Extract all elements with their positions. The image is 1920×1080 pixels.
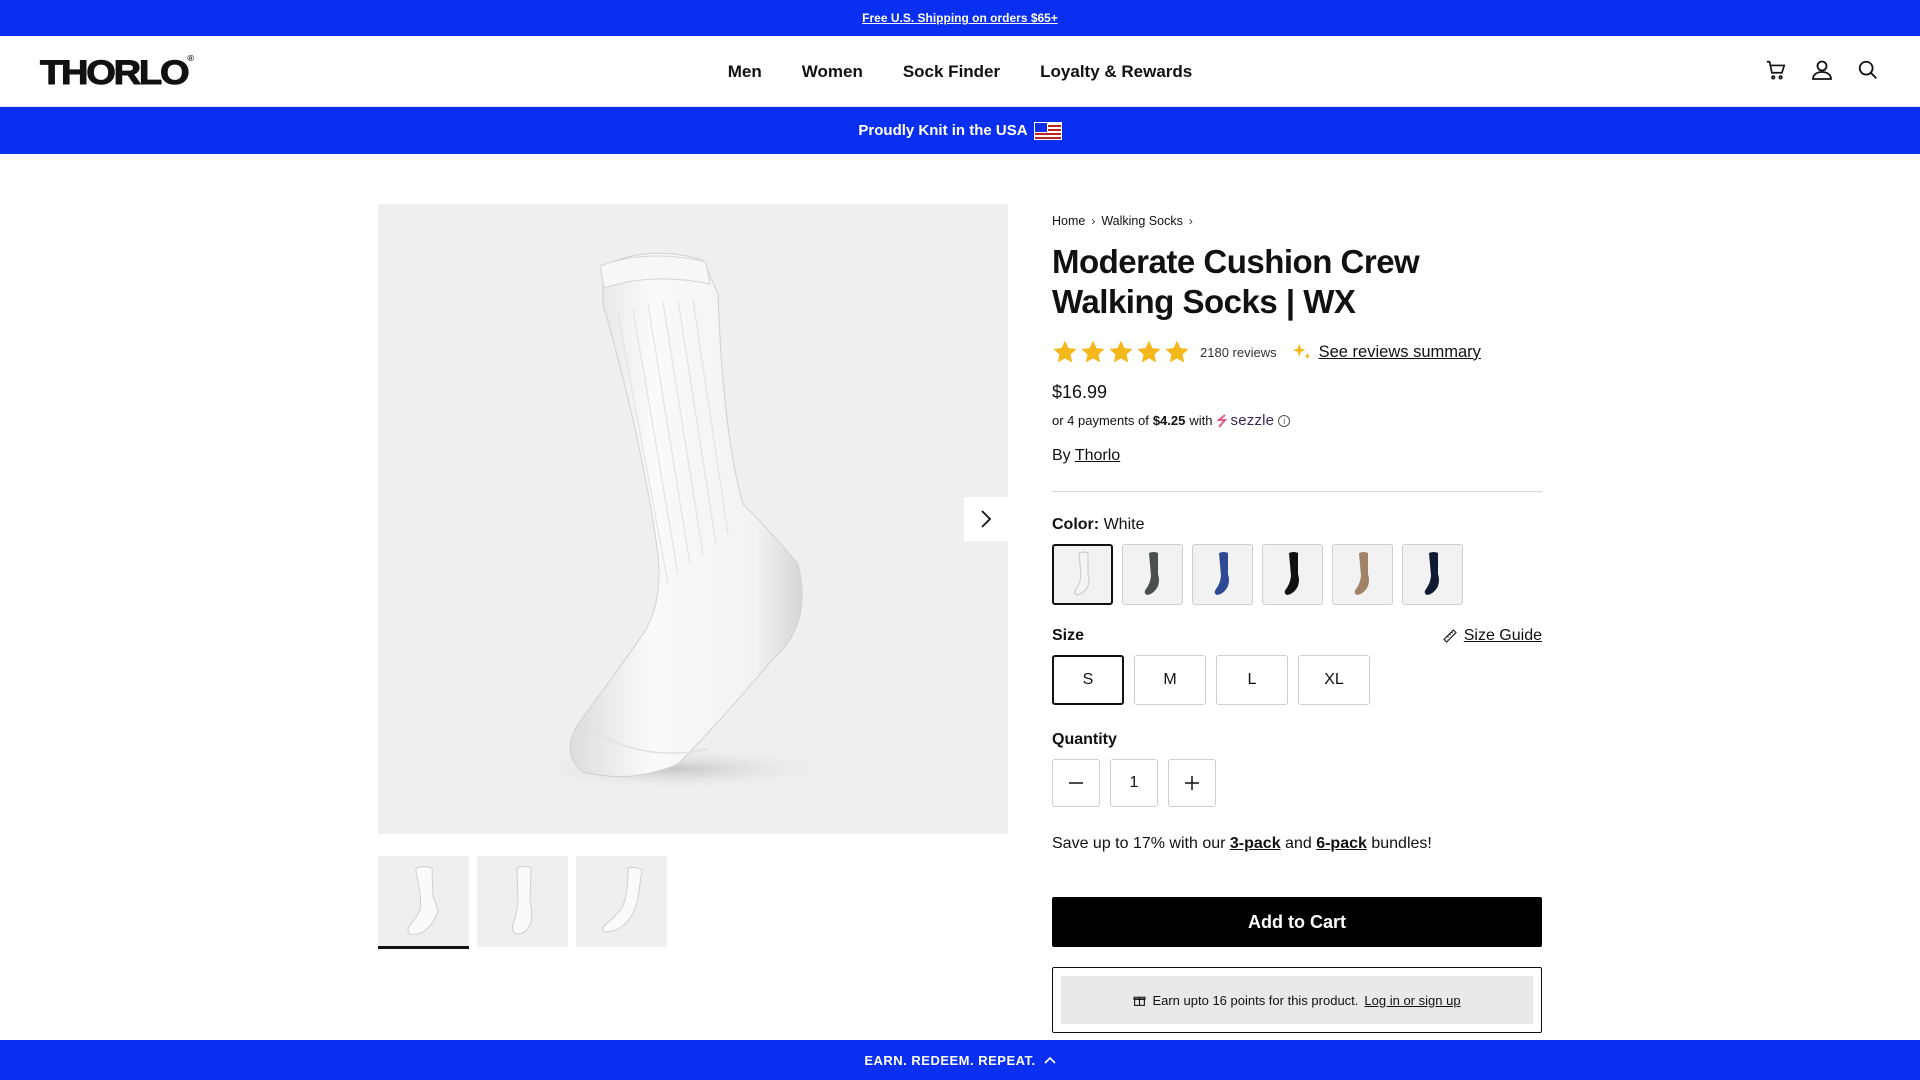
login-signup-link[interactable]: Log in or sign up	[1364, 993, 1460, 1008]
nav-sock-finder[interactable]: Sock Finder	[903, 62, 1000, 82]
nav-loyalty-rewards[interactable]: Loyalty & Rewards	[1040, 62, 1192, 82]
reviews-summary-link[interactable]: See reviews summary	[1291, 341, 1481, 363]
sezzle-installments: or 4 payments of $4.25 with sezzle i	[1052, 412, 1542, 429]
next-image-button[interactable]	[964, 497, 1008, 541]
star-icon	[1109, 340, 1133, 363]
nav-men[interactable]: Men	[728, 62, 762, 82]
sparkle-icon	[1292, 343, 1311, 360]
search-icon[interactable]	[1856, 58, 1880, 82]
size-row: Size Size Guide	[1052, 627, 1542, 645]
gift-icon	[1133, 996, 1146, 1006]
us-flag-icon	[1033, 121, 1062, 140]
star-icon	[1165, 340, 1189, 363]
star-icon	[1081, 340, 1105, 363]
ruler-icon	[1442, 629, 1457, 643]
star-icon	[1053, 340, 1077, 363]
loyalty-points-inner: Earn upto 16 points for this product. Lo…	[1061, 976, 1533, 1024]
color-swatches	[1052, 544, 1542, 605]
star-rating[interactable]	[1052, 339, 1190, 365]
loyalty-points-box: Earn upto 16 points for this product. Lo…	[1052, 967, 1542, 1033]
size-label: Size	[1052, 627, 1085, 644]
6-pack-link[interactable]: 6-pack	[1316, 835, 1367, 852]
installment-amount: $4.25	[1152, 413, 1186, 428]
3-pack-link[interactable]: 3-pack	[1230, 835, 1281, 852]
color-label: Color: White	[1052, 516, 1145, 533]
earn-points-text: Earn upto 16 points for this product.	[1152, 992, 1359, 1008]
size-l[interactable]: L	[1216, 655, 1288, 705]
main-nav: Men Women Sock Finder Loyalty & Rewards	[0, 36, 1920, 107]
breadcrumb-home[interactable]: Home	[1052, 214, 1085, 228]
main-product-image[interactable]	[378, 204, 1008, 834]
selected-color: White	[1103, 516, 1145, 533]
rewards-bar[interactable]: EARN. REDEEM. REPEAT.	[0, 1040, 1920, 1080]
account-icon[interactable]	[1810, 58, 1834, 82]
swatch-khaki[interactable]	[1332, 544, 1393, 605]
breadcrumb-walking-socks[interactable]: Walking Socks	[1101, 214, 1183, 228]
minus-icon	[1069, 782, 1083, 784]
thumbnail-list	[378, 856, 667, 949]
usa-banner-text: Proudly Knit in the USA	[858, 122, 1028, 139]
swatch-black[interactable]	[1262, 544, 1323, 605]
free-shipping-link[interactable]: Free U.S. Shipping on orders $65+	[862, 11, 1058, 25]
product-price: $16.99	[1052, 382, 1108, 402]
size-xl[interactable]: XL	[1298, 655, 1370, 705]
decrease-quantity-button[interactable]	[1052, 759, 1100, 807]
size-guide-link[interactable]: Size Guide	[1442, 627, 1542, 645]
quantity-label: Quantity	[1052, 731, 1117, 748]
announcement-bar: Free U.S. Shipping on orders $65+	[0, 0, 1920, 36]
thumbnail-3[interactable]	[576, 856, 667, 947]
swatch-white[interactable]	[1052, 544, 1113, 605]
chevron-right-icon	[981, 510, 992, 528]
thumbnail-1[interactable]	[378, 856, 469, 949]
star-icon	[1137, 340, 1161, 363]
size-m[interactable]: M	[1134, 655, 1206, 705]
swatch-navy[interactable]	[1402, 544, 1463, 605]
divider	[1052, 491, 1542, 492]
product-info: Home › Walking Socks › Moderate Cushion …	[1052, 214, 1542, 1033]
thumbnail-2[interactable]	[477, 856, 568, 947]
chevron-right-icon: ›	[1091, 214, 1096, 228]
increase-quantity-button[interactable]	[1168, 759, 1216, 807]
size-options: S M L XL	[1052, 655, 1542, 705]
swatch-charcoal[interactable]	[1122, 544, 1183, 605]
add-to-cart-button[interactable]: Add to Cart	[1052, 897, 1542, 947]
quantity-stepper: 1	[1052, 759, 1542, 807]
swatch-royal-blue[interactable]	[1192, 544, 1253, 605]
bundle-savings: Save up to 17% with our 3-pack and 6-pac…	[1052, 835, 1432, 852]
info-icon[interactable]: i	[1278, 414, 1291, 427]
thorlo-logo[interactable]: THORLO®	[39, 54, 193, 93]
sezzle-brand: sezzle	[1230, 412, 1275, 429]
size-s[interactable]: S	[1052, 655, 1124, 705]
cart-icon[interactable]	[1764, 58, 1788, 82]
nav-women[interactable]: Women	[802, 62, 863, 82]
review-count[interactable]: 2180 reviews	[1200, 345, 1277, 360]
chevron-right-icon: ›	[1188, 214, 1193, 228]
quantity-input[interactable]: 1	[1110, 759, 1158, 807]
brand-byline: By Thorlo	[1052, 447, 1121, 464]
plus-icon	[1185, 776, 1199, 790]
rating-row: 2180 reviews See reviews summary	[1052, 336, 1542, 368]
breadcrumb: Home › Walking Socks ›	[1052, 214, 1542, 228]
site-header: THORLO® Men Women Sock Finder Loyalty & …	[0, 36, 1920, 107]
sezzle-logo-icon	[1216, 413, 1227, 428]
chevron-up-icon	[1044, 1056, 1056, 1064]
usa-banner: Proudly Knit in the USA	[0, 107, 1920, 154]
brand-link[interactable]: Thorlo	[1075, 447, 1120, 464]
rewards-bar-text: EARN. REDEEM. REPEAT.	[864, 1052, 1036, 1068]
product-title: Moderate Cushion Crew Walking Socks | WX	[1052, 243, 1420, 320]
